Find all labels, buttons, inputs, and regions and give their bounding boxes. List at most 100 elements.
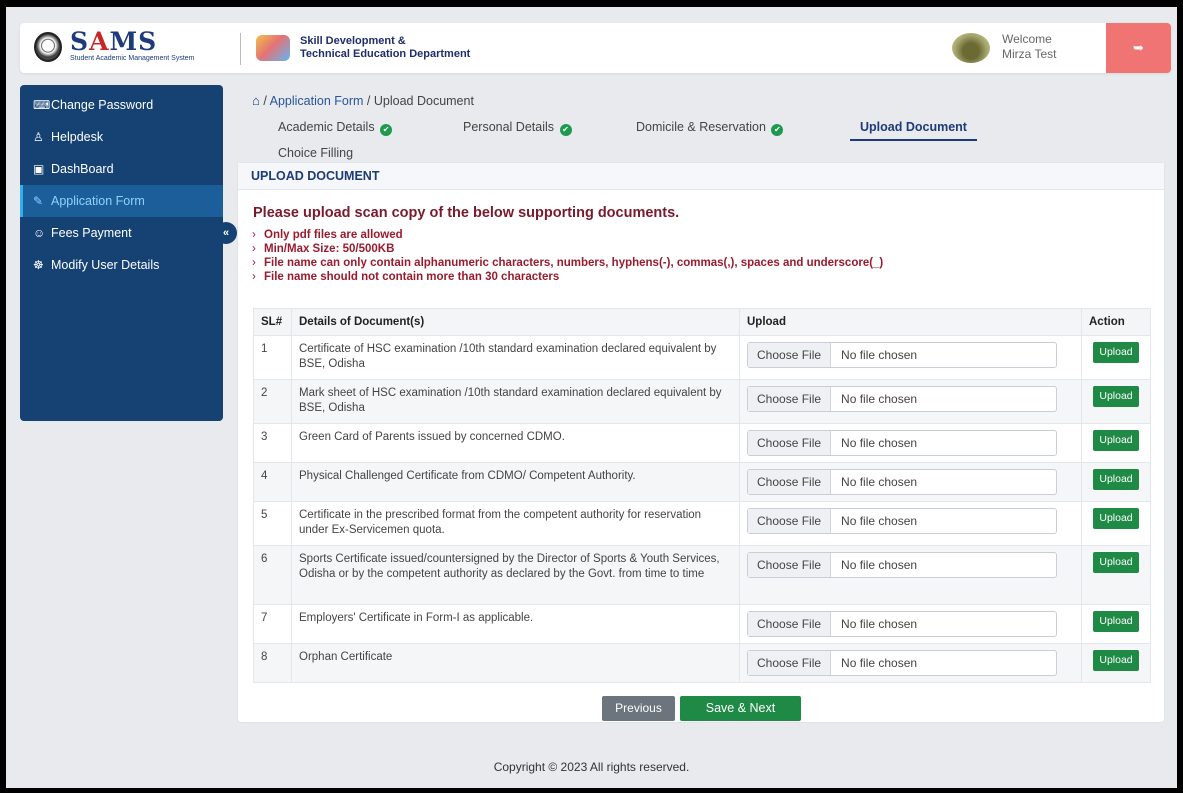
breadcrumb-application-form[interactable]: Application Form — [270, 94, 364, 108]
sidebar-item-modify-user-details[interactable]: ☸ Modify User Details — [20, 249, 223, 281]
file-input[interactable]: Choose File No file chosen — [747, 386, 1057, 412]
home-icon[interactable]: ⌂ — [252, 93, 260, 108]
document-name: Certificate of HSC examination /10th sta… — [291, 335, 740, 380]
col-sl: SL# — [253, 308, 292, 336]
upload-button[interactable]: Upload — [1093, 611, 1139, 632]
sidebar-item-fees-payment[interactable]: ☺ Fees Payment — [20, 217, 223, 249]
document-name: Certificate in the prescribed format fro… — [291, 501, 740, 546]
tab-personal-details[interactable]: Personal Details ✔ — [463, 120, 572, 136]
choose-file-button[interactable]: Choose File — [748, 509, 832, 533]
table-row: 8 Orphan Certificate Choose File No file … — [253, 643, 1151, 683]
rule-item: › File name should not contain more than … — [252, 271, 560, 283]
upload-button[interactable]: Upload — [1093, 552, 1139, 573]
table-row: 1 Certificate of HSC examination /10th s… — [253, 335, 1151, 380]
file-input[interactable]: Choose File No file chosen — [747, 508, 1057, 534]
upload-document-card: UPLOAD DOCUMENT Please upload scan copy … — [237, 162, 1165, 723]
sidebar-collapse-button[interactable]: « — [215, 222, 237, 244]
breadcrumb: ⌂ / Application Form / Upload Document — [252, 93, 474, 108]
chevron-right-icon: › — [252, 257, 256, 269]
choose-file-button[interactable]: Choose File — [748, 553, 832, 577]
form-icon: ✎ — [33, 194, 44, 208]
footer-copyright: Copyright © 2023 All rights reserved. — [493, 760, 690, 774]
save-next-button[interactable]: Save & Next — [680, 696, 801, 721]
tab-academic-details[interactable]: Academic Details ✔ — [278, 120, 393, 136]
choose-file-button[interactable]: Choose File — [748, 343, 832, 367]
document-name: Mark sheet of HSC examination /10th stan… — [291, 379, 740, 424]
helpdesk-icon: ♙ — [33, 130, 44, 144]
top-header: SAMS Student Academic Management System … — [20, 23, 1171, 73]
table-row: 5 Certificate in the prescribed format f… — [253, 501, 1151, 546]
user-edit-icon: ☸ — [33, 258, 44, 272]
file-input[interactable]: Choose File No file chosen — [747, 650, 1057, 676]
double-chevron-left-icon: « — [222, 227, 230, 239]
sidebar: ⌨Change Password ♙ Helpdesk ▣ DashBoard ✎ A… — [20, 85, 223, 421]
choose-file-button[interactable]: Choose File — [748, 470, 832, 494]
previous-button[interactable]: Previous — [602, 696, 675, 721]
file-input[interactable]: Choose File No file chosen — [747, 611, 1057, 637]
rule-item: › Min/Max Size: 50/500KB — [252, 243, 395, 255]
file-input[interactable]: Choose File No file chosen — [747, 430, 1057, 456]
upload-button[interactable]: Upload — [1093, 386, 1139, 407]
user-name: Mirza Test — [1002, 47, 1057, 61]
table-header-row: SL# Details of Document(s) Upload Action — [253, 308, 1151, 336]
choose-file-button[interactable]: Choose File — [748, 651, 832, 675]
welcome-text: Welcome Mirza Test — [1002, 32, 1057, 61]
breadcrumb-current: Upload Document — [373, 94, 474, 108]
document-name: Sports Certificate issued/countersigned … — [291, 545, 740, 605]
file-input[interactable]: Choose File No file chosen — [747, 552, 1057, 578]
table-row: 6 Sports Certificate issued/countersigne… — [253, 545, 1151, 605]
logout-button[interactable]: ➥ — [1106, 23, 1171, 73]
col-action: Action — [1081, 308, 1151, 336]
upload-instructions: Please upload scan copy of the below sup… — [253, 205, 680, 221]
upload-button[interactable]: Upload — [1093, 430, 1139, 451]
file-input[interactable]: Choose File No file chosen — [747, 469, 1057, 495]
table-row: 3 Green Card of Parents issued by concer… — [253, 423, 1151, 463]
tab-domicile-reservation[interactable]: Domicile & Reservation ✔ — [636, 120, 784, 136]
table-row: 4 Physical Challenged Certificate from C… — [253, 462, 1151, 502]
dashboard-icon: ▣ — [33, 162, 45, 176]
sidebar-item-helpdesk[interactable]: ♙ Helpdesk — [20, 121, 223, 153]
header-divider — [240, 33, 241, 65]
document-name: Employers' Certificate in Form-I as appl… — [291, 604, 740, 644]
upload-button[interactable]: Upload — [1093, 508, 1139, 529]
documents-table: SL# Details of Document(s) Upload Action… — [253, 308, 1151, 683]
file-input[interactable]: Choose File No file chosen — [747, 342, 1057, 368]
tab-upload-document[interactable]: Upload Document — [850, 120, 977, 141]
sidebar-item-change-password[interactable]: ⌨Change Password — [20, 89, 223, 121]
sams-logo[interactable]: SAMS Student Academic Management System — [70, 27, 195, 63]
document-name: Orphan Certificate — [291, 643, 740, 683]
sign-out-icon: ➥ — [1133, 40, 1144, 55]
choose-file-button[interactable]: Choose File — [748, 612, 832, 636]
choose-file-button[interactable]: Choose File — [748, 387, 832, 411]
rule-item: › File name can only contain alphanumeric… — [252, 257, 884, 269]
tab-choice-filling[interactable]: Choice Filling — [278, 146, 353, 160]
upload-rules: › Only pdf files are allowed › Min/Max Siz… — [252, 228, 883, 284]
key-icon: ⌨ — [33, 98, 51, 112]
department-name: Skill Development & Technical Education … — [300, 35, 471, 60]
chevron-right-icon: › — [252, 243, 256, 255]
rule-item: › Only pdf files are allowed — [252, 229, 403, 241]
upload-button[interactable]: Upload — [1093, 342, 1139, 363]
table-row: 2 Mark sheet of HSC examination /10th st… — [253, 379, 1151, 424]
table-row: 7 Employers' Certificate in Form-I as ap… — [253, 604, 1151, 644]
card-title: UPLOAD DOCUMENT — [238, 163, 1164, 190]
document-name: Physical Challenged Certificate from CDM… — [291, 462, 740, 502]
check-circle-icon: ✔ — [380, 124, 393, 136]
payment-icon: ☺ — [33, 226, 46, 240]
brand-title: SAMS — [70, 27, 158, 56]
chevron-right-icon: › — [252, 229, 256, 241]
sidebar-item-application-form[interactable]: ✎ Application Form — [20, 185, 223, 217]
brand-subtitle: Student Academic Management System — [70, 55, 195, 62]
upload-button[interactable]: Upload — [1093, 469, 1139, 490]
check-circle-icon: ✔ — [559, 124, 572, 136]
sidebar-item-dashboard[interactable]: ▣ DashBoard — [20, 153, 223, 185]
document-name: Green Card of Parents issued by concerne… — [291, 423, 740, 463]
choose-file-button[interactable]: Choose File — [748, 431, 832, 455]
check-circle-icon: ✔ — [771, 124, 784, 136]
skilled-in-odisha-logo — [256, 35, 290, 61]
col-upload: Upload — [739, 308, 1082, 336]
odisha-emblem-icon — [34, 32, 62, 62]
upload-button[interactable]: Upload — [1093, 650, 1139, 671]
col-details: Details of Document(s) — [291, 308, 740, 336]
avatar[interactable] — [952, 33, 990, 63]
